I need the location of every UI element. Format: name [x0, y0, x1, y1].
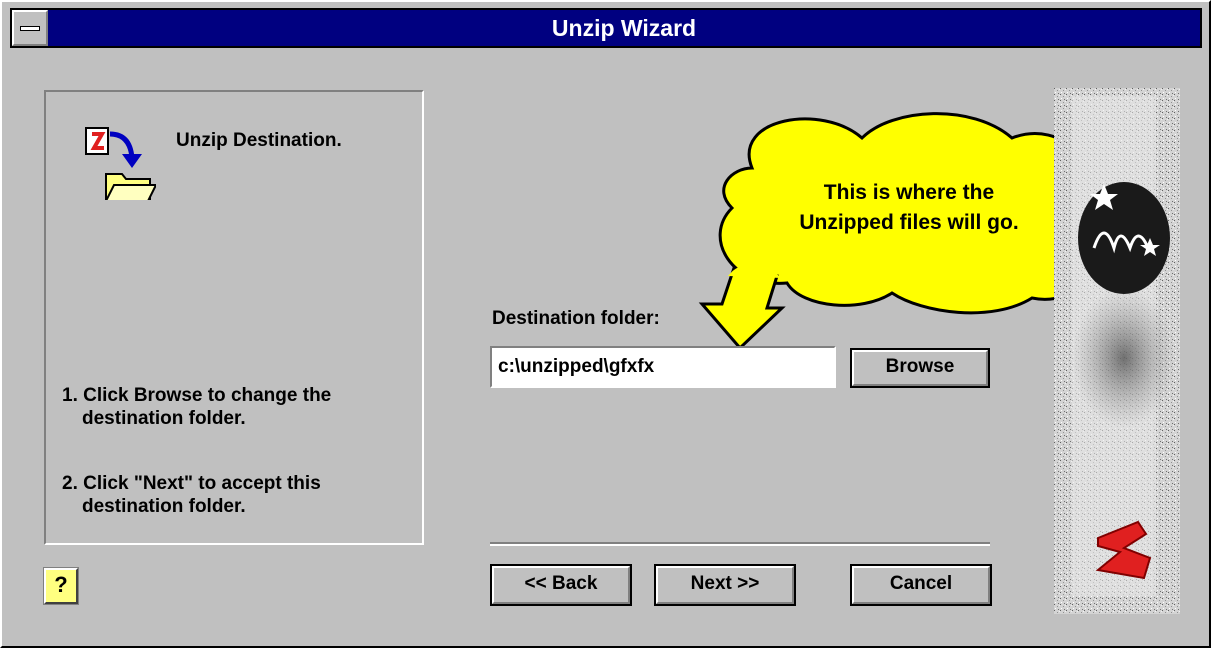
step1-line2: destination folder.: [82, 408, 246, 429]
instruction-step-2: 2. Click "Next" to accept this destinati…: [62, 472, 412, 518]
unzip-destination-icon: [85, 127, 156, 200]
step2-line1: 2. Click "Next" to accept this: [62, 473, 321, 494]
next-button[interactable]: Next >>: [654, 564, 796, 606]
instructions-panel: Unzip Destination. 1. Click Browse to ch…: [44, 90, 424, 545]
callout-bubble-icon: [698, 112, 1096, 351]
destination-folder-input[interactable]: [490, 346, 836, 388]
cancel-button[interactable]: Cancel: [850, 564, 992, 606]
wizard-art-logo: [1054, 88, 1180, 614]
cancel-button-label: Cancel: [889, 573, 953, 594]
back-button[interactable]: << Back: [490, 564, 632, 606]
instruction-step-1: 1. Click Browse to change the destinatio…: [62, 384, 412, 430]
system-menu-icon: [20, 26, 40, 31]
callout-line1: This is where the: [823, 181, 995, 204]
window-title: Unzip Wizard: [551, 15, 697, 41]
callout-line2: Unzipped files will go.: [799, 211, 1019, 234]
browse-button[interactable]: Browse: [850, 348, 990, 388]
step1-line1: 1. Click Browse to change the: [62, 385, 332, 406]
title-bar[interactable]: Unzip Wizard: [10, 8, 1202, 48]
browse-button-label: Browse: [885, 356, 955, 377]
panel-heading: Unzip Destination.: [176, 130, 342, 151]
help-button[interactable]: ?: [43, 567, 79, 605]
system-menu-button[interactable]: [12, 10, 48, 46]
destination-folder-label: Destination folder:: [492, 308, 660, 329]
back-button-label: << Back: [524, 573, 598, 594]
step2-line2: destination folder.: [82, 496, 246, 517]
button-divider: [490, 542, 990, 546]
next-button-label: Next >>: [690, 573, 760, 594]
unzip-wizard-window: Unzip Wizard Unzip Destination. 1. Click…: [0, 0, 1211, 648]
help-icon: ?: [54, 572, 68, 597]
callout-text: This is where the Unzipped files will go…: [744, 178, 1074, 238]
